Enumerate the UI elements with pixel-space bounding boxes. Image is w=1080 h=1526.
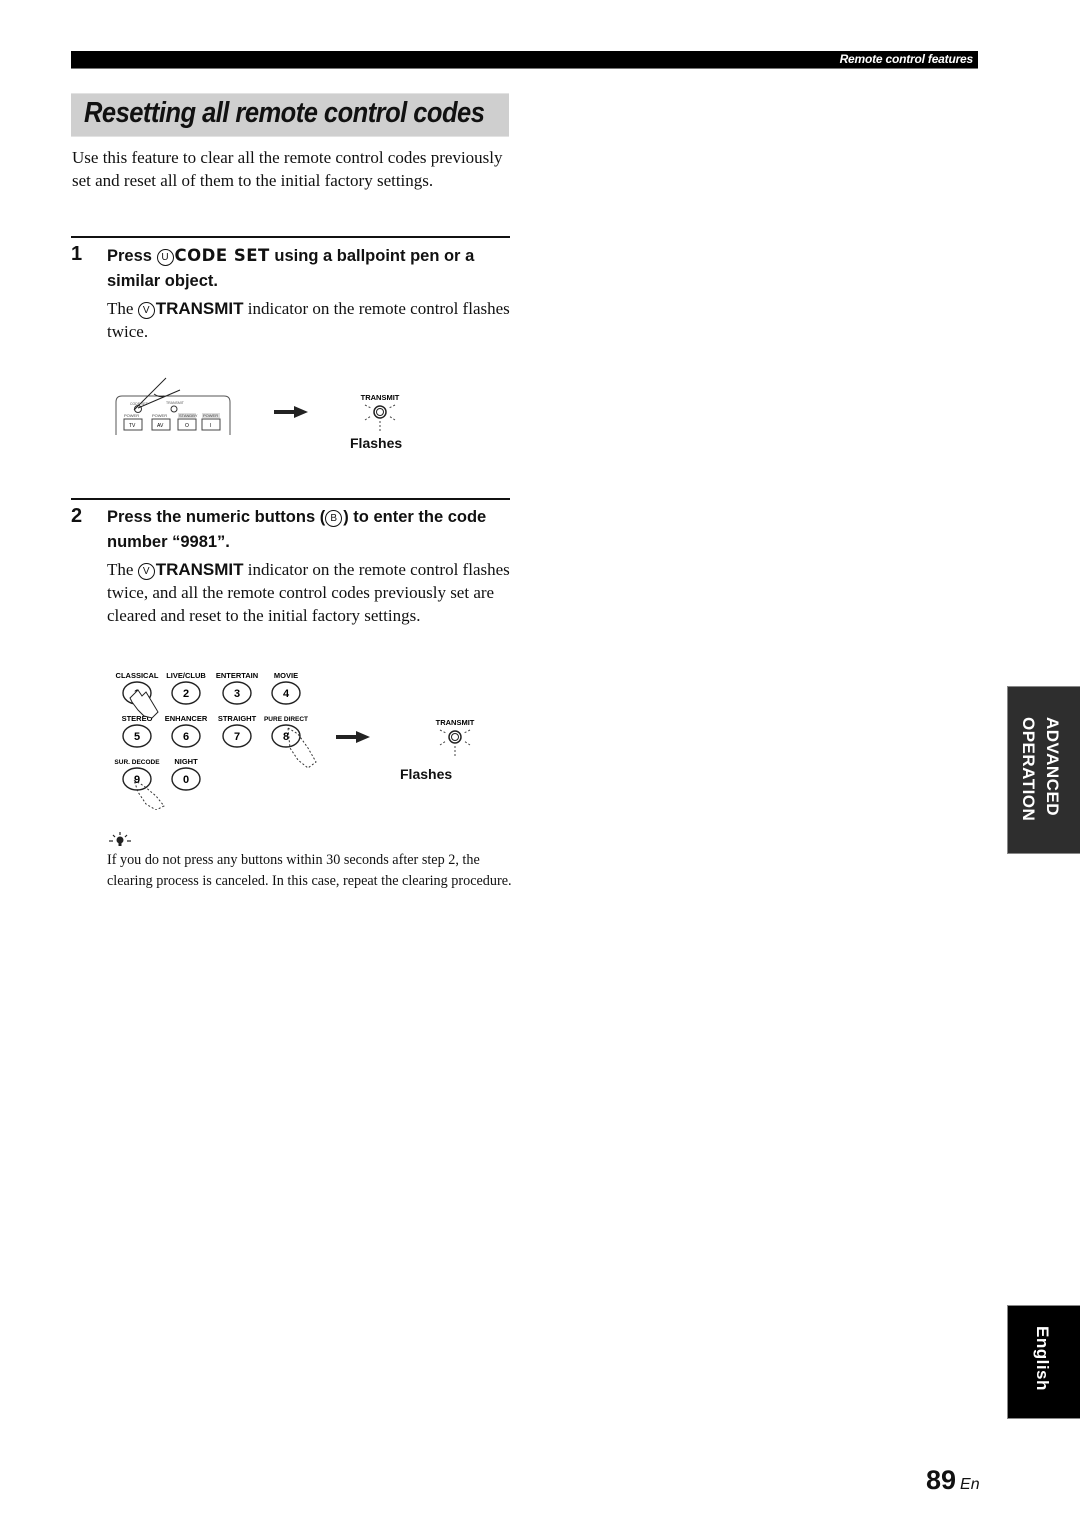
tab-label-operation: OPERATION <box>1019 717 1038 822</box>
keypad-label: MOVIE <box>274 671 298 680</box>
tab-label-english: English <box>1033 1326 1052 1391</box>
transmit-flashing-icon: TRANSMIT <box>361 393 400 432</box>
numeric-keypad-illustration: CLASSICAL1LIVE/CLUB2ENTERTAIN3MOVIE4STER… <box>114 671 317 810</box>
transmit-led <box>170 405 178 413</box>
power-label-tv: POWER <box>124 413 139 418</box>
power-label-av: POWER <box>152 413 167 418</box>
code-set-marker-icon: U <box>156 249 174 266</box>
standby-label: STANDBY <box>179 413 198 418</box>
step-1-heading: Press U CODE SET using a ballpoint pen or… <box>107 243 517 294</box>
keypad-label: ENHANCER <box>165 714 208 723</box>
step-2-body: The V TRANSMIT indicator on the remote co… <box>107 558 517 627</box>
power-button-row: POWER POWER STANDBY POWER TV AV O I <box>123 413 221 431</box>
remote-code-set-illustration: CODE SET TRANSMIT POWER POWER STANDBY PO… <box>115 377 231 435</box>
arrow-right-icon <box>336 731 370 743</box>
keypad-digit: 5 <box>134 731 140 743</box>
numeric-buttons-marker-icon: B <box>325 510 343 527</box>
lightbulb-tip-icon <box>109 832 131 846</box>
tab-label-advanced: ADVANCED <box>1043 717 1062 817</box>
step-1-body: The V TRANSMIT indicator on the remote co… <box>107 297 517 343</box>
page-number-value: 89 <box>926 1465 957 1495</box>
page-title-box: Resetting all remote control codes <box>71 93 509 137</box>
keypad-digit: 0 <box>183 774 189 786</box>
tip-text: If you do not press any buttons within 3… <box>107 852 512 889</box>
tv-button-label: TV <box>129 423 136 429</box>
transmit-label: TRANSMIT <box>166 401 185 405</box>
transmit-flashing-icon: TRANSMIT <box>436 718 475 757</box>
transmit-key-name: TRANSMIT <box>155 299 244 318</box>
page-language-code: En <box>960 1476 980 1493</box>
step-2-divider <box>71 498 510 500</box>
keypad-label: CLASSICAL <box>116 671 159 680</box>
keypad-label: STRAIGHT <box>218 714 257 723</box>
keypad-label: PURE DIRECT <box>264 716 308 723</box>
step-2-number: 2 <box>71 505 83 527</box>
step-1-body-pre: The <box>107 299 138 318</box>
keypad-digit: 6 <box>183 731 189 743</box>
keypad-digit: 2 <box>183 688 189 700</box>
code-set-key-name: CODE SET <box>174 246 270 265</box>
step-1-number: 1 <box>71 243 83 265</box>
keypad-label: SUR. DECODE <box>114 759 160 766</box>
step-1-heading-pre: Press <box>107 247 157 265</box>
intro-paragraph: Use this feature to clear all the remote… <box>72 148 503 190</box>
flashes-caption-1: Flashes <box>350 435 403 451</box>
step-2-heading: Press the numeric buttons (B) to enter t… <box>107 505 517 555</box>
english-language-tab[interactable]: English <box>1007 1305 1080 1419</box>
advanced-operation-tab[interactable]: ADVANCED OPERATION <box>1007 686 1080 854</box>
keypad-digit: 3 <box>234 688 240 700</box>
section-header-title: Remote control features <box>839 52 974 66</box>
transmit-key-name: TRANSMIT <box>155 560 244 579</box>
keypad-digit: 7 <box>234 731 240 743</box>
arrow-right-icon <box>274 406 308 418</box>
keypad-label: LIVE/CLUB <box>166 671 206 680</box>
power-on-button-label: I <box>210 423 211 429</box>
keypad-label: ENTERTAIN <box>216 671 258 680</box>
power-label-main: POWER <box>203 413 218 418</box>
section-header-bar: Remote control features <box>71 51 978 69</box>
standby-button-label: O <box>185 423 189 429</box>
page-title: Resetting all remote control codes <box>84 97 485 129</box>
transmit-marker-icon: V <box>137 563 155 580</box>
av-button-label: AV <box>157 423 164 429</box>
keypad-label: NIGHT <box>174 757 198 766</box>
keypad-digit: 4 <box>283 688 290 700</box>
transmit-indicator-label: TRANSMIT <box>436 718 475 727</box>
step-1-divider <box>71 236 510 238</box>
transmit-indicator-label: TRANSMIT <box>361 393 400 402</box>
step-2-heading-pre: Press the numeric buttons ( <box>107 508 326 526</box>
step-2-body-pre: The <box>107 560 138 579</box>
page-number: 89 En <box>926 1465 980 1496</box>
flashes-caption-2: Flashes <box>400 766 453 782</box>
transmit-marker-icon: V <box>137 302 155 319</box>
